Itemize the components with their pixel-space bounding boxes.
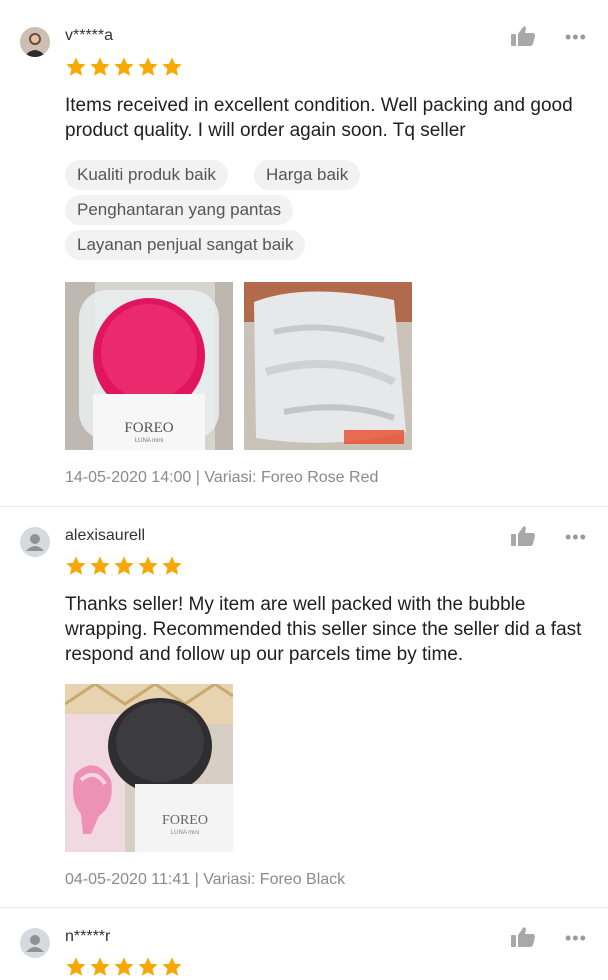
user-avatar[interactable]	[20, 928, 50, 958]
review-tag: Harga baik	[254, 160, 361, 190]
review-item: v*****a ••• Items received in excellent …	[0, 0, 608, 506]
star-icon	[66, 957, 86, 976]
star-rating	[65, 56, 183, 78]
review-meta: 14-05-2020 14:00 | Variasi: Foreo Rose R…	[65, 469, 379, 486]
review-tag: Kualiti produk baik	[65, 160, 228, 190]
star-icon	[66, 57, 86, 76]
review-comment: Thanks seller! My item are well packed w…	[65, 594, 582, 665]
star-rating	[65, 555, 183, 577]
star-icon	[138, 957, 158, 976]
svg-text:LUNA mini: LUNA mini	[135, 438, 163, 444]
review-tag: Layanan penjual sangat baik	[65, 230, 306, 260]
user-avatar[interactable]	[20, 527, 50, 557]
reviewer-name[interactable]: n*****r	[65, 928, 110, 946]
star-icon	[162, 57, 182, 76]
user-photo-icon	[20, 27, 50, 57]
reviewer-name[interactable]: v*****a	[65, 27, 113, 45]
more-dots-icon[interactable]: •••	[565, 28, 587, 46]
user-avatar[interactable]	[20, 27, 50, 57]
thumbs-up-icon[interactable]	[510, 525, 536, 547]
foreo-logo: FOREO	[162, 813, 208, 828]
star-icon	[90, 556, 110, 575]
review-item: alexisaurell ••• Thanks seller! My item …	[0, 507, 608, 907]
star-icon	[90, 957, 110, 976]
review-photo[interactable]: FOREO LUNA mini	[65, 282, 233, 450]
star-icon	[114, 957, 134, 976]
review-comment: Items received in excellent condition. W…	[65, 95, 573, 141]
thumbs-up-icon[interactable]	[510, 926, 536, 948]
star-icon	[138, 556, 158, 575]
foreo-logo: FOREO	[124, 420, 173, 436]
star-icon	[114, 556, 134, 575]
review-meta: 04-05-2020 11:41 | Variasi: Foreo Black	[65, 871, 346, 888]
review-photo[interactable]: FOREO LUNA mini	[65, 684, 233, 852]
user-avatar-icon	[26, 534, 44, 551]
star-icon	[90, 57, 110, 76]
svg-text:LUNA mini: LUNA mini	[171, 830, 199, 836]
star-icon	[138, 57, 158, 76]
star-icon	[114, 57, 134, 76]
package-photo	[244, 282, 412, 450]
review-photo[interactable]	[244, 282, 412, 450]
star-icon	[162, 957, 182, 976]
star-rating	[65, 956, 183, 978]
more-dots-icon[interactable]: •••	[565, 528, 587, 546]
user-avatar-icon	[26, 935, 44, 952]
more-dots-icon[interactable]: •••	[565, 929, 587, 947]
thumbs-up-icon[interactable]	[510, 25, 536, 47]
product-photo-black: FOREO LUNA mini	[65, 684, 233, 852]
star-icon	[66, 556, 86, 575]
reviewer-name[interactable]: alexisaurell	[65, 527, 145, 545]
review-tag: Penghantaran yang pantas	[65, 195, 294, 225]
star-icon	[162, 556, 182, 575]
review-item: n*****r •••	[0, 908, 608, 980]
product-photo-pink: FOREO LUNA mini	[65, 282, 233, 450]
